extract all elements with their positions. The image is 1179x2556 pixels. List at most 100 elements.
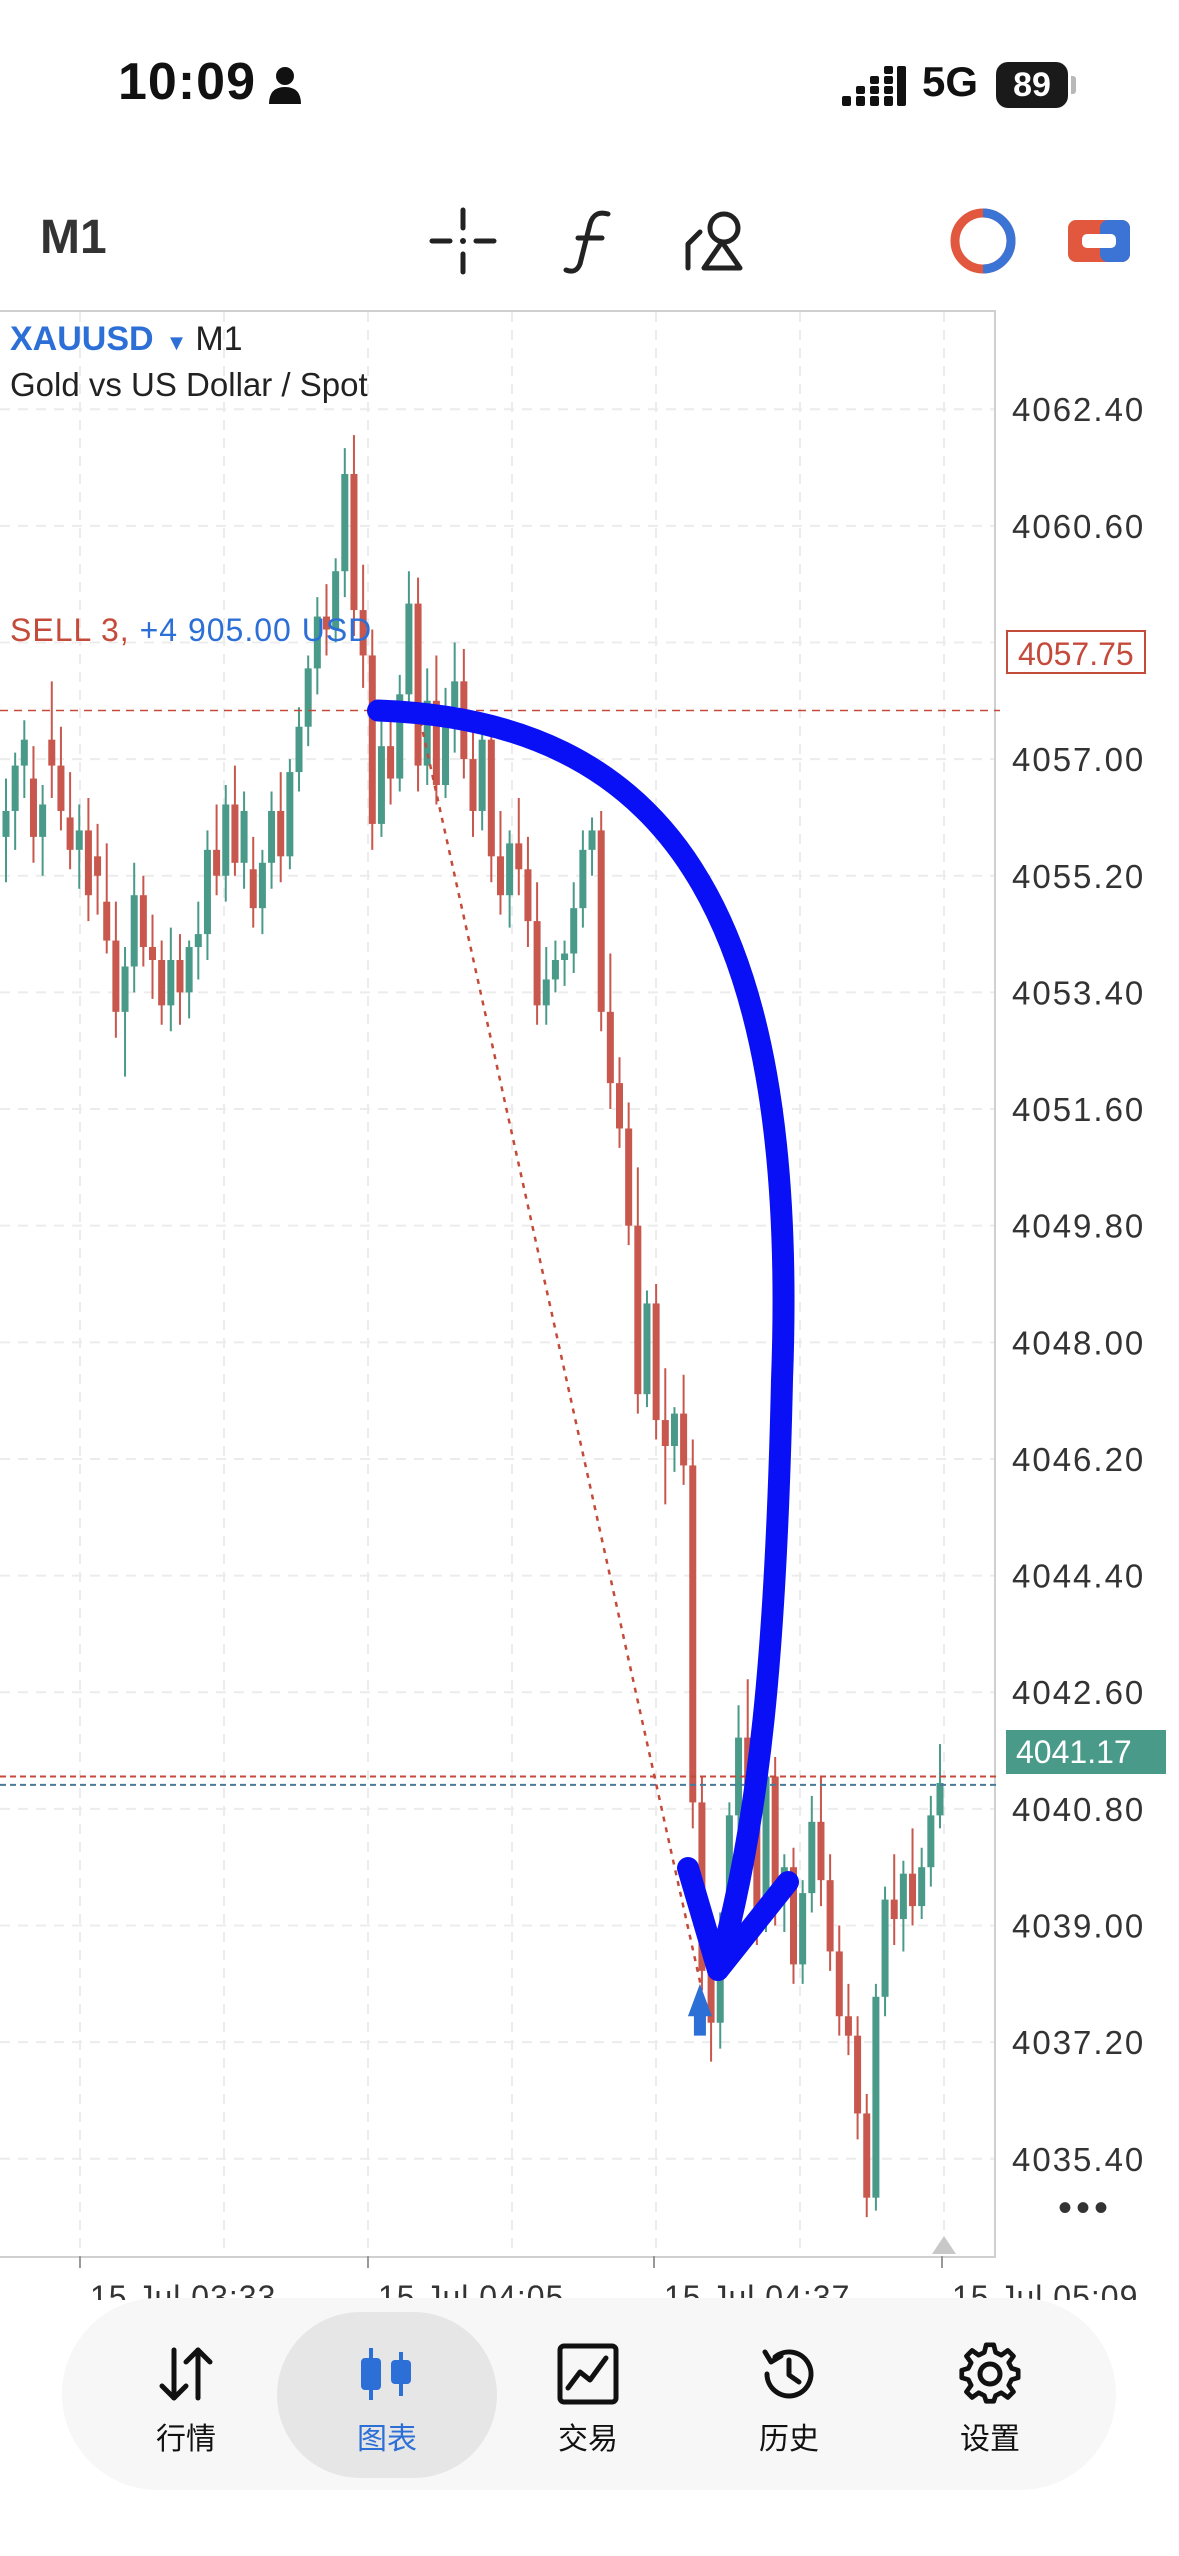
candle-body [872, 1996, 880, 2198]
candle-body [185, 947, 193, 993]
candle-body [84, 830, 92, 896]
candle-body [48, 739, 56, 766]
candle-body [506, 843, 514, 896]
y-tick-label: 4057.00 [1012, 741, 1145, 778]
candle-body [29, 778, 37, 837]
x-tick-label: 15 Jul 05:09 [952, 2279, 1138, 2300]
candle-body [625, 1128, 633, 1226]
nav-label-history: 历史 [759, 2423, 819, 2456]
candle-body [515, 843, 523, 870]
candle-body [844, 2016, 852, 2036]
symbol-dropdown-icon[interactable]: ▼ [166, 330, 188, 355]
y-tick-label: 4040.80 [1012, 1791, 1145, 1828]
candle-body [57, 765, 65, 811]
candle-body [158, 960, 166, 1006]
candle-body [561, 953, 569, 960]
candle-body [149, 947, 157, 960]
y-tick-label: 4049.80 [1012, 1208, 1145, 1245]
candle-body [222, 804, 230, 876]
candle-body [918, 1867, 926, 1907]
x-tick-label: 15 Jul 03:33 [90, 2279, 276, 2300]
candle-body [213, 849, 221, 876]
nav-tab-settings[interactable]: 设置 [880, 2312, 1100, 2478]
chart-timeframe-label: M1 [195, 320, 243, 358]
candle-body [240, 810, 248, 863]
candle-body [863, 2113, 871, 2198]
candle-body [890, 1899, 898, 1920]
y-tick-label: 4035.40 [1012, 2141, 1145, 2178]
candle-body [524, 869, 532, 922]
nav-tab-history[interactable]: 历史 [679, 2312, 899, 2478]
candle-body [194, 934, 202, 948]
candle-body [11, 765, 19, 811]
candle-body [643, 1303, 651, 1395]
candlestick-icon [361, 2348, 411, 2400]
order-type-label: SELL 3, [10, 612, 130, 648]
candle-body [487, 739, 495, 857]
nav-tab-quotes[interactable]: 行情 [76, 2312, 296, 2478]
candle-body [542, 979, 550, 1006]
x-tick-label: 15 Jul 04:05 [378, 2279, 564, 2300]
candle-body [103, 901, 111, 941]
y-tick-label: 4053.40 [1012, 974, 1145, 1011]
candle-body [387, 746, 395, 779]
y-tick-label: 4048.00 [1012, 1324, 1145, 1361]
settings-gear-icon [959, 2342, 1021, 2404]
candle-body [899, 1873, 907, 1920]
candle-body [570, 908, 578, 954]
more-options-button[interactable]: ••• [1058, 2186, 1112, 2231]
candle-body [304, 668, 312, 727]
candle-body [130, 895, 138, 967]
candle-body [139, 895, 147, 948]
order-line-label[interactable]: SELL 3, +4 905.00 USD [10, 612, 372, 649]
candle-body [414, 603, 422, 766]
y-tick-label: 4062.40 [1012, 391, 1145, 428]
quotes-arrows-icon [159, 2347, 213, 2401]
candle-body [496, 856, 504, 896]
candle-body [66, 817, 74, 850]
candle-body [881, 1899, 889, 1997]
candle-body [799, 1893, 807, 1965]
candle-body [75, 830, 83, 850]
y-tick-label: 4044.40 [1012, 1558, 1145, 1595]
nav-tab-chart[interactable]: 图表 [277, 2312, 497, 2478]
candle-body [203, 849, 211, 935]
candle-body [121, 966, 129, 1012]
candle-body [478, 739, 486, 811]
candle-body [689, 1465, 697, 1803]
candle-body [616, 1083, 624, 1129]
candle-body [680, 1413, 688, 1466]
symbol-label[interactable]: XAUUSD [10, 320, 154, 358]
candle-body [451, 681, 459, 708]
candle-body [277, 810, 285, 857]
candle-body [350, 474, 358, 611]
candle-body [112, 940, 120, 1012]
candle-body [588, 830, 596, 850]
candle-body [368, 655, 376, 824]
candle-body [597, 830, 605, 1012]
chart-symbol-header[interactable]: XAUUSD ▼ M1 [10, 320, 243, 359]
candle-body [94, 856, 102, 876]
nav-label-chart: 图表 [357, 2423, 417, 2456]
candle-body [927, 1815, 935, 1868]
candle-body [579, 849, 587, 909]
candle-body [268, 810, 276, 863]
candle-body [661, 1420, 669, 1446]
candle-body [295, 726, 303, 773]
candle-body [670, 1413, 678, 1446]
y-tick-label: 4055.20 [1012, 858, 1145, 895]
candle-body [551, 960, 559, 980]
y-tick-label: 4039.00 [1012, 1908, 1145, 1945]
candle-body [652, 1303, 660, 1421]
candle-body [258, 862, 266, 909]
candle-body [405, 603, 413, 695]
candle-body [634, 1225, 642, 1395]
nav-label-quotes: 行情 [156, 2423, 216, 2456]
order-price-tag: 4057.75 [1006, 630, 1146, 674]
nav-tab-trade[interactable]: 交易 [478, 2312, 698, 2478]
candle-body [835, 1951, 843, 2017]
candle-body [39, 804, 47, 837]
candle-body [20, 739, 28, 766]
candle-body [936, 1782, 944, 1816]
candle-body [231, 804, 239, 863]
